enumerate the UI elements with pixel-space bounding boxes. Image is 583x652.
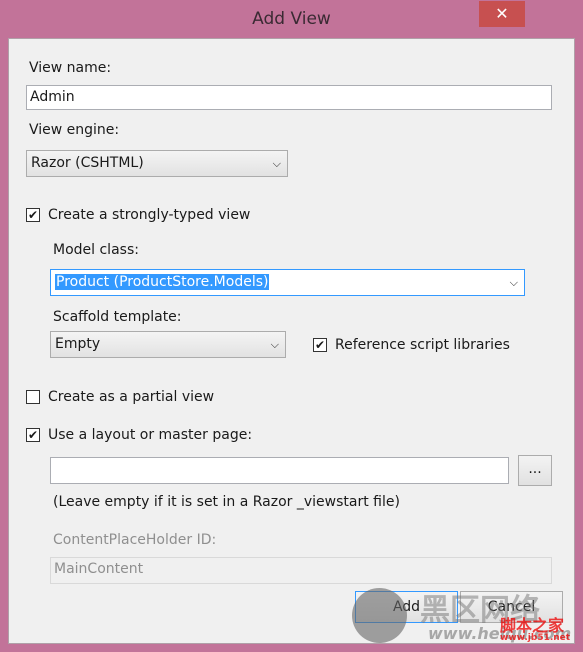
strongly-typed-label: Create a strongly-typed view — [48, 207, 251, 223]
chevron-down-icon: ⌵ — [509, 276, 518, 289]
chevron-down-icon: ⌵ — [270, 338, 279, 351]
placeholder-id-input[interactable]: MainContent — [50, 557, 552, 584]
scaffold-value: Empty — [55, 336, 101, 352]
view-name-label: View name: — [29, 60, 112, 76]
model-class-select[interactable]: Product (ProductStore.Models) ⌵ — [50, 269, 525, 296]
reference-scripts-checkbox[interactable]: ✔ — [313, 338, 327, 352]
partial-view-label: Create as a partial view — [48, 389, 215, 405]
view-engine-label: View engine: — [29, 122, 120, 138]
model-class-value: Product (ProductStore.Models) — [55, 274, 270, 290]
watermark-url-2: www.jb51.net — [500, 633, 571, 643]
hint-text: (Leave empty if it is set in a Razor _vi… — [53, 494, 400, 510]
model-class-label: Model class: — [53, 242, 139, 258]
chevron-down-icon: ⌵ — [272, 157, 281, 170]
placeholder-id-label: ContentPlaceHolder ID: — [53, 532, 217, 548]
use-layout-label: Use a layout or master page: — [48, 427, 253, 443]
scaffold-select[interactable]: Empty ⌵ — [50, 331, 286, 358]
view-engine-select[interactable]: Razor (CSHTML) ⌵ — [26, 150, 288, 177]
view-engine-value: Razor (CSHTML) — [31, 155, 144, 171]
layout-path-input[interactable] — [50, 457, 509, 484]
close-icon: ✕ — [495, 4, 509, 23]
watermark-logo — [352, 588, 407, 643]
partial-view-checkbox[interactable] — [26, 390, 40, 404]
reference-scripts-label: Reference script libraries — [335, 337, 510, 353]
close-button[interactable]: ✕ — [479, 1, 525, 27]
use-layout-checkbox[interactable]: ✔ — [26, 428, 40, 442]
browse-button[interactable]: ... — [518, 455, 552, 486]
scaffold-label: Scaffold template: — [53, 309, 182, 325]
view-name-input[interactable]: Admin — [26, 85, 552, 110]
strongly-typed-checkbox[interactable]: ✔ — [26, 208, 40, 222]
